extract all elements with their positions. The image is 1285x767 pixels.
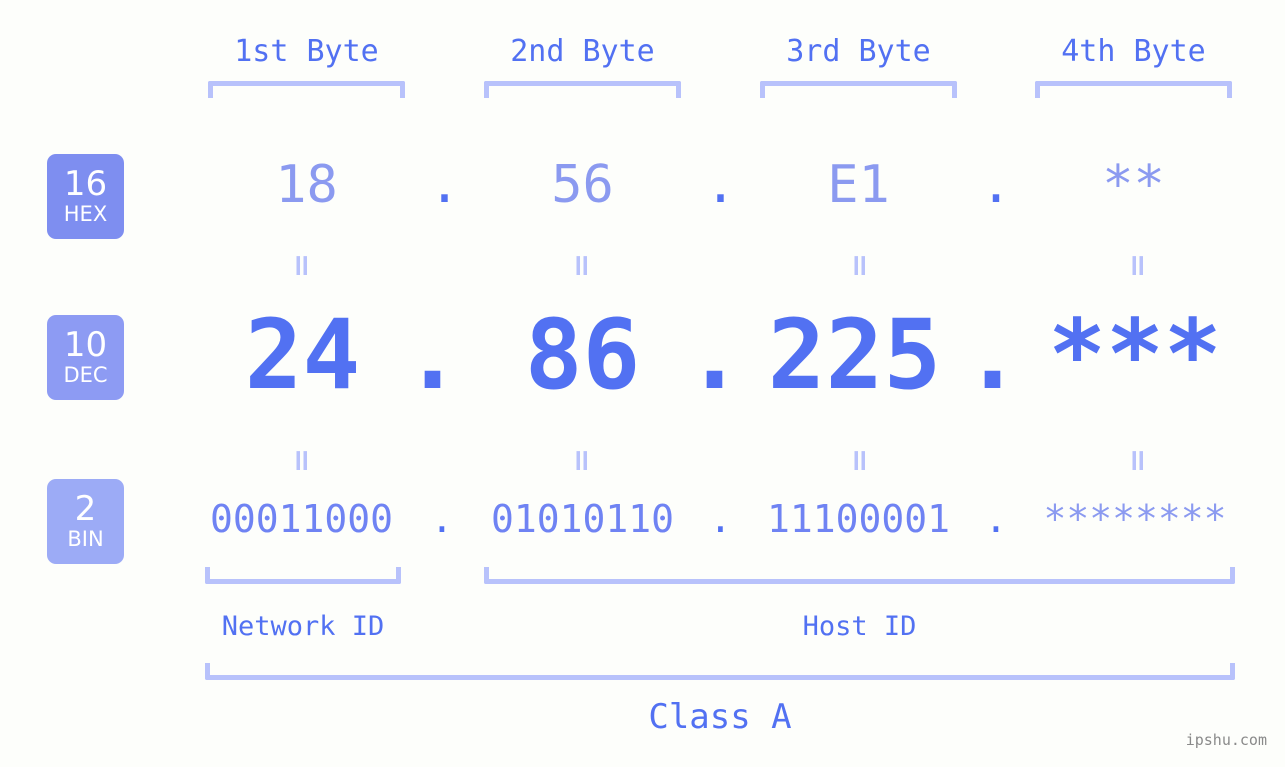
dec-byte-3: 225: [767, 299, 942, 411]
radix-badge-dec-word: DEC: [63, 363, 108, 387]
bin-separator-3: .: [984, 497, 1008, 541]
equals-icon-hex-dec-2: =: [564, 253, 599, 279]
hex-byte-3: E1: [827, 155, 890, 215]
equals-icon-dec-bin-2: =: [564, 448, 599, 474]
hex-separator-3: .: [980, 155, 1012, 215]
equals-icon-dec-bin-4: =: [1120, 448, 1155, 474]
byte-bracket-1: [208, 81, 405, 98]
hex-separator-2: .: [704, 155, 737, 215]
byte-bracket-2: [484, 81, 681, 98]
dec-byte-1: 24: [244, 299, 361, 411]
bin-separator-2: .: [709, 497, 732, 541]
ip-breakdown-diagram: 1st Byte 2nd Byte 3rd Byte 4th Byte 16 H…: [0, 0, 1285, 767]
dec-separator-1: .: [403, 299, 462, 411]
bin-separator-1: .: [430, 497, 454, 541]
radix-badge-dec-number: 10: [63, 325, 108, 365]
byte-bracket-4: [1035, 81, 1232, 98]
byte-header-2: 2nd Byte: [510, 34, 655, 69]
hex-byte-4: **: [1102, 155, 1165, 215]
byte-bracket-3: [760, 81, 957, 98]
bin-byte-1: 00011000: [209, 497, 394, 541]
equals-icon-hex-dec-3: =: [842, 253, 877, 279]
radix-badge-bin-word: BIN: [67, 527, 104, 551]
radix-badge-bin: 2 BIN: [47, 479, 124, 564]
radix-badge-hex-number: 16: [63, 164, 108, 204]
byte-header-4: 4th Byte: [1061, 34, 1206, 69]
dec-byte-2: 86: [524, 299, 641, 411]
equals-icon-hex-dec-1: =: [284, 253, 319, 279]
radix-badge-hex-word: HEX: [63, 202, 108, 226]
class-bracket: [205, 663, 1235, 680]
equals-icon-hex-dec-4: =: [1120, 253, 1155, 279]
hex-separator-1: .: [428, 155, 461, 215]
byte-header-3: 3rd Byte: [786, 34, 931, 69]
dec-separator-2: .: [685, 299, 744, 411]
radix-badge-bin-number: 2: [74, 489, 97, 529]
host-id-label: Host ID: [802, 611, 917, 642]
equals-icon-dec-bin-1: =: [284, 448, 319, 474]
network-id-bracket: [205, 567, 401, 584]
radix-badge-hex: 16 HEX: [47, 154, 124, 239]
equals-icon-dec-bin-3: =: [842, 448, 877, 474]
dec-byte-4: ***: [1048, 299, 1222, 411]
class-label: Class A: [648, 697, 792, 737]
radix-badge-dec: 10 DEC: [47, 315, 124, 400]
watermark: ipshu.com: [1185, 731, 1267, 749]
network-id-label: Network ID: [221, 611, 385, 642]
hex-byte-2: 56: [551, 155, 614, 215]
host-id-bracket: [484, 567, 1235, 584]
hex-byte-1: 18: [275, 155, 338, 215]
byte-header-1: 1st Byte: [234, 34, 379, 69]
bin-byte-4: ********: [1043, 497, 1227, 541]
bin-byte-2: 01010110: [490, 497, 675, 541]
bin-byte-3: 11100001: [766, 497, 951, 541]
dec-separator-3: .: [963, 299, 1022, 411]
